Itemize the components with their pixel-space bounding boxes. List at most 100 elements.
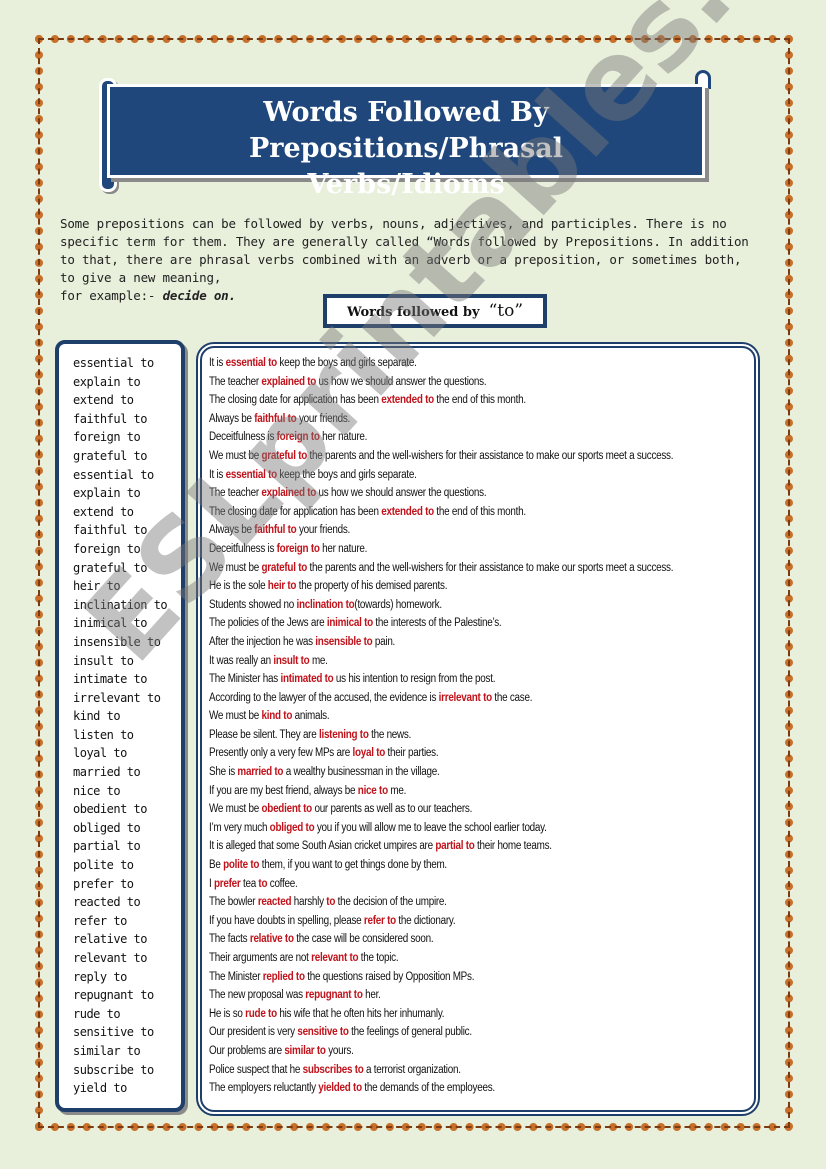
highlighted-phrase: inclination to — [296, 598, 355, 611]
word-item: repugnant to — [73, 988, 154, 1003]
highlighted-phrase: kind to — [261, 710, 293, 723]
highlighted-phrase: subscribes to — [302, 1063, 364, 1076]
sentence-text: us his intention to resign from the post… — [333, 673, 496, 686]
word-item: explain to — [73, 374, 141, 389]
word-item: similar to — [73, 1043, 141, 1058]
sentence-text: the parents and the well-wishers for the… — [307, 449, 674, 462]
sentence-text: the feelings of general public. — [348, 1026, 472, 1039]
example-sentence: Our problems are similar to yours. — [209, 1042, 673, 1061]
example-sentence: The bowler reacted harshly to the decisi… — [209, 893, 673, 912]
word-item: grateful to — [73, 448, 147, 463]
sentence-text: The teacher — [209, 375, 262, 388]
sentence-text: keep the boys and girls separate. — [276, 468, 417, 481]
sentence-text: We must be — [209, 561, 262, 574]
word-item: obedient to — [73, 802, 147, 817]
highlighted-phrase: irrelevant to — [438, 691, 493, 704]
word-item: faithful to — [73, 411, 147, 426]
title-line-1: Words Followed By Prepositions/Phrasal — [248, 97, 564, 164]
example-sentence: We must be grateful to the parents and t… — [209, 559, 673, 578]
sentence-text: The Minister has — [209, 673, 281, 686]
highlighted-phrase: relevant to — [311, 952, 359, 964]
highlighted-phrase: faithful to — [254, 524, 297, 537]
example-sentence: According to the lawyer of the accused, … — [209, 689, 673, 708]
sentence-text: Always be — [209, 524, 255, 537]
subtitle-text: Words followed by — [346, 305, 480, 320]
sentence-text: tea — [240, 877, 259, 890]
word-item: rude to — [73, 1006, 121, 1021]
example-sentence: The closing date for application has bee… — [209, 503, 673, 522]
highlighted-phrase: intimated to — [280, 673, 334, 686]
sentence-text: She is — [209, 766, 238, 779]
word-item: yield to — [73, 1081, 127, 1096]
example-sentence: Always be faithful to your friends. — [209, 410, 673, 429]
word-item: grateful to — [73, 560, 147, 575]
example-sentence: It was really an insult to me. — [209, 652, 673, 671]
example-sentence: It is alleged that some South Asian cric… — [209, 837, 673, 856]
word-item: inimical to — [73, 616, 147, 631]
highlighted-phrase: partial to — [435, 840, 475, 853]
example-sentence: We must be obedient to our parents as we… — [209, 800, 673, 819]
word-item: explain to — [73, 486, 141, 501]
example-sentence: If you are my best friend, always be nic… — [209, 782, 673, 801]
sentence-text: the questions raised by Opposition MPs. — [304, 970, 475, 983]
word-item: extend to — [73, 504, 134, 519]
sentence-text: Deceitfulness is — [209, 431, 277, 444]
example-sentence: We must be grateful to the parents and t… — [209, 447, 673, 466]
word-item: partial to — [73, 839, 141, 854]
sentence-text: Be — [209, 859, 224, 872]
sentence-text: our parents as well as to our teachers. — [311, 803, 473, 816]
example-sentence: The Minister has intimated to us his int… — [209, 670, 673, 689]
word-item: essential to — [73, 356, 154, 370]
sentence-text: the topic. — [358, 952, 399, 964]
highlighted-phrase: repugnant to — [305, 989, 363, 1002]
sentence-text: the case. — [491, 691, 533, 704]
sentence-list: It is essential to keep the boys and gir… — [209, 354, 673, 1098]
highlighted-phrase: yielded to — [318, 1082, 362, 1095]
example-sentence: The new proposal was repugnant to her. — [209, 986, 673, 1005]
word-item: listen to — [73, 727, 134, 742]
word-item: kind to — [73, 709, 121, 724]
sentence-text: The Minister — [209, 970, 263, 983]
word-item: sensitive to — [73, 1025, 154, 1040]
sentence-text: her nature. — [319, 542, 368, 555]
sentence-text: Always be — [209, 412, 255, 425]
highlighted-phrase: rude to — [245, 1007, 277, 1020]
sentence-text: The teacher — [209, 487, 262, 500]
highlighted-phrase: foreign to — [276, 542, 320, 555]
title-banner: Words Followed By Prepositions/Phrasal V… — [97, 70, 713, 200]
word-item: prefer to — [73, 876, 134, 891]
sentence-text: yours. — [325, 1044, 354, 1057]
highlighted-phrase: refer to — [363, 914, 396, 927]
sentence-text: harshly — [291, 896, 327, 909]
sentence-text: her. — [362, 989, 381, 1002]
highlighted-phrase: prefer — [213, 877, 241, 890]
word-item: insult to — [73, 653, 134, 668]
example-sentence: The Minister replied to the questions ra… — [209, 968, 673, 987]
highlighted-phrase: grateful to — [261, 449, 308, 462]
highlighted-phrase: obedient to — [261, 803, 313, 816]
example-sentence: Deceitfulness is foreign to her nature. — [209, 428, 673, 447]
sentence-text: The policies of the Jews are — [209, 617, 327, 630]
example-sentence: The closing date for application has bee… — [209, 391, 673, 410]
sentence-text: the end of this month. — [433, 394, 526, 407]
sentence-text: Presently only a very few MPs are — [209, 747, 353, 760]
sentence-text: The new proposal was — [209, 989, 306, 1002]
highlighted-phrase: explained to — [261, 375, 317, 388]
highlighted-phrase: extended to — [381, 505, 434, 518]
sentence-text: you if you will allow me to leave the sc… — [314, 821, 547, 834]
highlighted-phrase: sensitive to — [297, 1026, 349, 1039]
sentence-text: The closing date for application has bee… — [209, 505, 382, 518]
word-item: foreign to — [73, 430, 141, 445]
sentence-text: He is the sole — [209, 580, 268, 593]
highlighted-phrase: nice to — [357, 784, 388, 797]
word-item: intimate to — [73, 672, 147, 687]
highlighted-phrase: essential to — [225, 468, 278, 481]
word-item: reply to — [73, 969, 127, 984]
sentence-text: me. — [387, 784, 407, 797]
sentence-text: his wife that he often hits her inhumanl… — [276, 1007, 445, 1020]
sentence-text: We must be — [209, 449, 262, 462]
sentence-text: If you have doubts in spelling, please — [209, 914, 364, 927]
sentence-text: coffee. — [267, 877, 298, 890]
sentence-text: animals. — [292, 710, 330, 723]
word-item: subscribe to — [73, 1062, 154, 1077]
